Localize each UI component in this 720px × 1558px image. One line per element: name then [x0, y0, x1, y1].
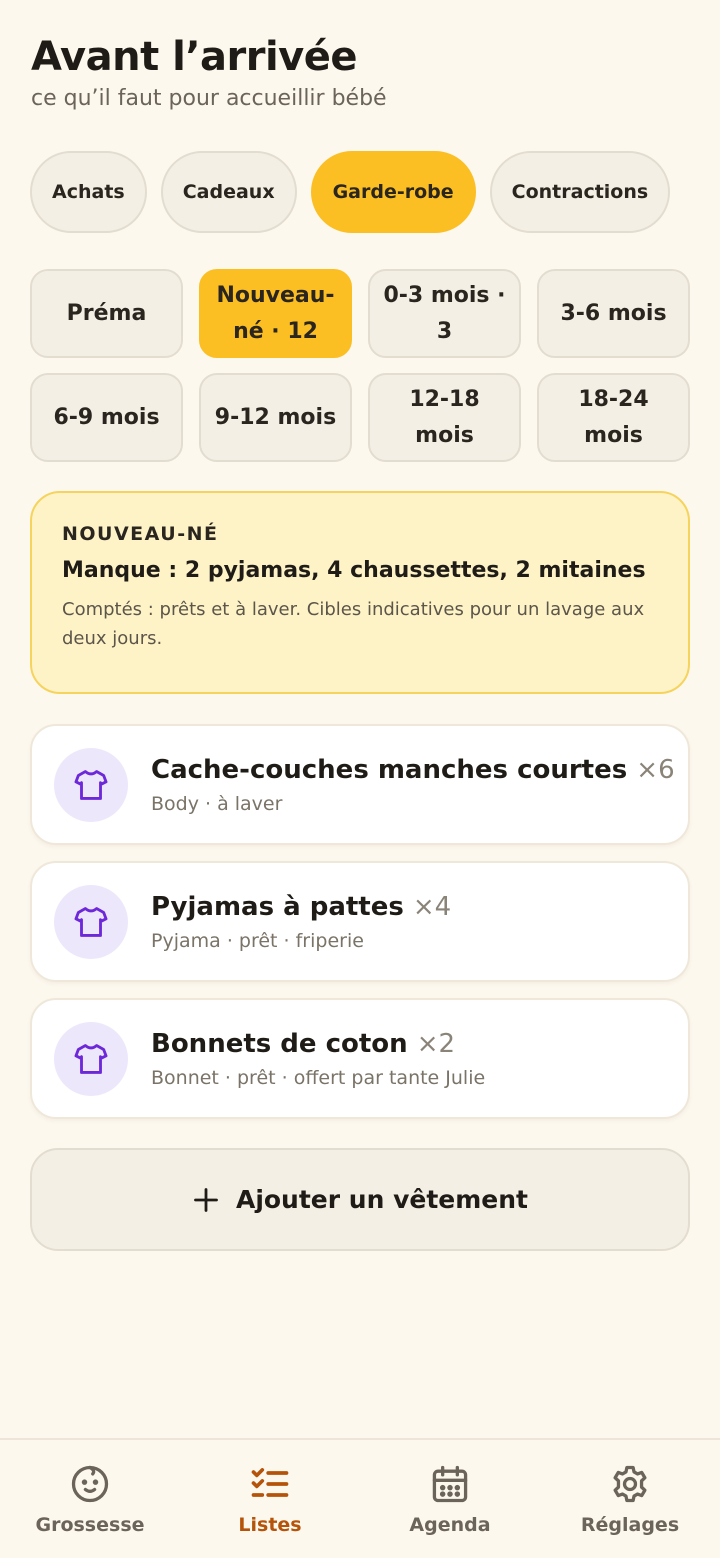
summary-eyebrow: NOUVEAU-NÉ [62, 523, 219, 545]
item-meta: Bonnet · prêt · offert par tante Julie [151, 1066, 486, 1089]
size-chip-12-18-mois[interactable]: 12-18 mois [368, 373, 521, 462]
summary-missing: Manque : 2 pyjamas, 4 chaussettes, 2 mit… [62, 558, 646, 583]
shirt-icon [54, 884, 128, 959]
nav-item-reglages[interactable]: Réglages [540, 1440, 720, 1558]
tab-cadeaux[interactable]: Cadeaux [160, 151, 297, 233]
baby-icon [71, 1465, 109, 1503]
page-header: Avant l’arrivée ce qu’il faut pour accue… [31, 34, 689, 114]
page-subtitle: ce qu’il faut pour accueillir bébé [31, 86, 387, 111]
size-chip-9-12-mois[interactable]: 9-12 mois [199, 373, 352, 462]
category-tabs: Achats Cadeaux Garde-robe Contractions [30, 151, 671, 233]
item-meta: Pyjama · prêt · friperie [151, 929, 364, 952]
tab-garde-robe[interactable]: Garde-robe [310, 151, 476, 233]
nav-label-grossesse: Grossesse [35, 1514, 145, 1536]
summary-note: Comptés : prêts et à laver. Cibles indic… [62, 599, 645, 649]
add-clothing-label: Ajouter un vêtement [235, 1185, 529, 1214]
item-meta: Body · à laver [151, 792, 283, 815]
size-chip-0-3-mois[interactable]: 0-3 mois · 3 [368, 269, 521, 358]
bottom-nav: Grossesse Listes Agenda Réglages [0, 1438, 720, 1558]
size-chip-prema[interactable]: Préma [30, 269, 183, 358]
item-name: Pyjamas à pattes ×4 [151, 892, 451, 922]
list-item[interactable]: Cache-couches manches courtes ×6 Body · … [30, 724, 690, 845]
size-chip-nouveau-ne[interactable]: Nouveau-né · 12 [199, 269, 352, 358]
nav-item-grossesse[interactable]: Grossesse [0, 1440, 180, 1558]
item-name-text: Bonnets de coton [151, 1028, 408, 1059]
item-name-text: Cache-couches manches courtes [151, 754, 628, 785]
item-quantity: ×4 [412, 891, 452, 922]
nav-label-listes: Listes [238, 1514, 302, 1536]
nav-label-agenda: Agenda [409, 1514, 491, 1536]
size-chip-18-24-mois[interactable]: 18-24 mois [537, 373, 690, 462]
summary-card: NOUVEAU-NÉ Manque : 2 pyjamas, 4 chausse… [30, 491, 690, 694]
shirt-icon [54, 1021, 128, 1096]
clothing-list: Cache-couches manches courtes ×6 Body · … [30, 724, 690, 1135]
size-filter-grid: Préma Nouveau-né · 12 0-3 mois · 3 3-6 m… [30, 269, 691, 462]
checklist-icon [251, 1468, 289, 1497]
item-quantity: ×2 [416, 1028, 456, 1059]
tab-contractions[interactable]: Contractions [489, 151, 671, 233]
tab-achats[interactable]: Achats [30, 151, 147, 233]
item-quantity: ×6 [636, 754, 675, 785]
nav-item-agenda[interactable]: Agenda [360, 1440, 540, 1558]
page-title: Avant l’arrivée [31, 34, 358, 80]
item-name-text: Pyjamas à pattes [151, 891, 404, 922]
list-item[interactable]: Pyjamas à pattes ×4 Pyjama · prêt · frip… [30, 861, 690, 982]
list-item[interactable]: Bonnets de coton ×2 Bonnet · prêt · offe… [30, 998, 690, 1119]
nav-label-reglages: Réglages [580, 1514, 680, 1536]
item-name: Cache-couches manches courtes ×6 [151, 755, 675, 785]
shirt-icon [54, 747, 128, 822]
add-clothing-button[interactable]: Ajouter un vêtement [30, 1148, 690, 1251]
nav-item-listes[interactable]: Listes [180, 1440, 360, 1558]
plus-icon [194, 1187, 218, 1212]
item-name: Bonnets de coton ×2 [151, 1029, 485, 1059]
size-chip-3-6-mois[interactable]: 3-6 mois [537, 269, 690, 358]
gear-icon [613, 1465, 647, 1503]
calendar-icon [432, 1465, 468, 1503]
size-chip-6-9-mois[interactable]: 6-9 mois [30, 373, 183, 462]
